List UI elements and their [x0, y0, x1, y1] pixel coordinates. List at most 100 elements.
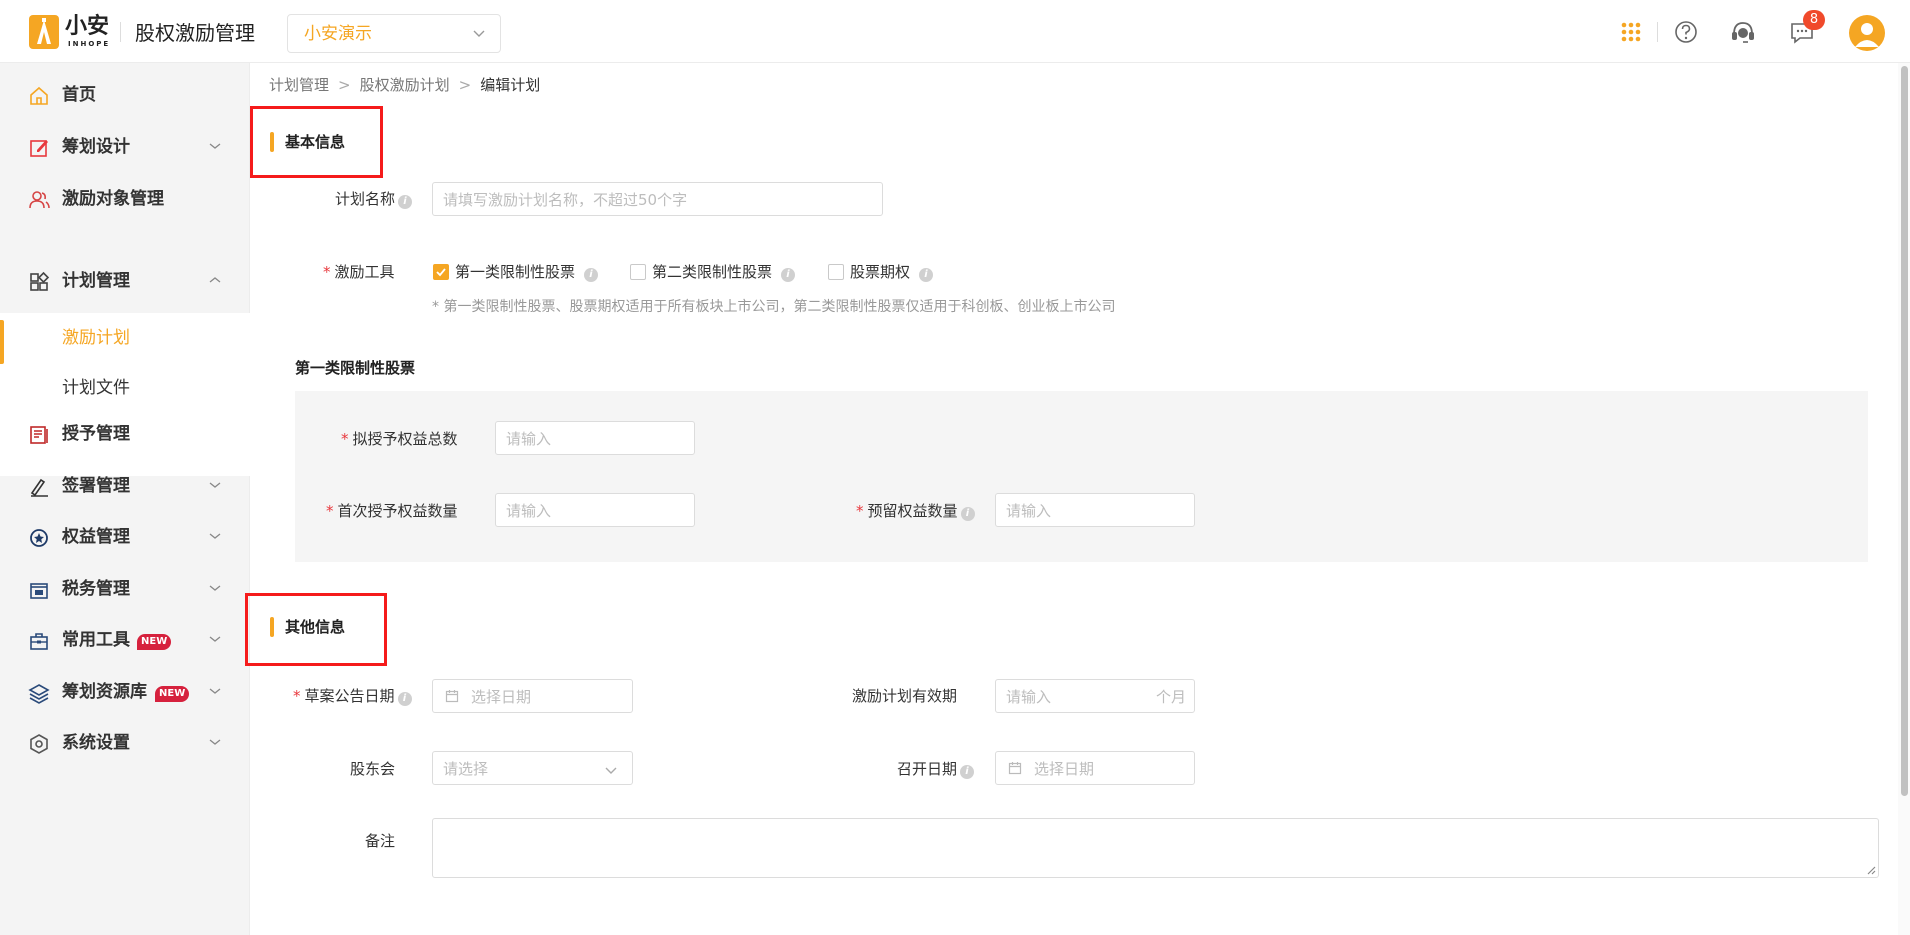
- info-icon[interactable]: i: [960, 507, 975, 521]
- first-grant-input[interactable]: 请输入: [495, 493, 695, 527]
- breadcrumb-item-incentive-plan[interactable]: 股权激励计划: [360, 76, 450, 94]
- checkbox-icon: [630, 264, 646, 280]
- sidebar-item-label: 计划管理: [62, 271, 130, 291]
- company-select[interactable]: 小安演示: [287, 14, 501, 53]
- logo-divider: [120, 22, 121, 42]
- meeting-date-picker[interactable]: 选择日期: [995, 751, 1195, 785]
- reserved-grant-label: * 预留权益数量 i: [856, 501, 975, 521]
- total-grant-input[interactable]: 请输入: [495, 421, 695, 455]
- sidebar: 首页 筹划设计 激励对象管理 计划管理 激励计划 计划文件 授予管理 签署管理 …: [0, 63, 250, 935]
- chevron-down-icon: [209, 687, 221, 695]
- sidebar-item-label: 激励对象管理: [62, 189, 164, 209]
- apps-grid-icon[interactable]: [1616, 17, 1646, 47]
- sidebar-item-label: 常用工具: [62, 630, 130, 650]
- edit-icon: [28, 137, 50, 159]
- incentive-tool-label: * 激励工具: [323, 263, 395, 281]
- tax-icon: [28, 579, 50, 601]
- app-title: 股权激励管理: [135, 21, 255, 45]
- toolbox-icon: [28, 630, 50, 652]
- info-icon[interactable]: i: [919, 268, 934, 282]
- breadcrumb: 计划管理 > 股权激励计划 > 编辑计划: [269, 75, 540, 95]
- validity-suffix: 个月: [1155, 688, 1186, 706]
- header-separator: [1657, 22, 1658, 42]
- chevron-down-icon: [209, 481, 221, 489]
- message-count-badge: 8: [1803, 10, 1825, 30]
- sidebar-item-label: 权益管理: [62, 527, 130, 547]
- sidebar-item-home[interactable]: 首页: [0, 75, 250, 115]
- chevron-down-icon: [209, 635, 221, 643]
- layers-icon: [28, 682, 50, 704]
- sidebar-item-planning-design[interactable]: 筹划设计: [0, 127, 250, 167]
- chevron-down-icon: [209, 532, 221, 540]
- customer-service-icon[interactable]: [1728, 17, 1758, 47]
- top-header: 小安 INHOPE 股权激励管理 小安演示 8: [0, 0, 1910, 63]
- sidebar-item-system-settings[interactable]: 系统设置: [0, 723, 250, 763]
- validity-input[interactable]: 请输入 个月: [995, 679, 1195, 713]
- breadcrumb-item-plan-management[interactable]: 计划管理: [269, 76, 329, 94]
- breadcrumb-separator-icon: >: [458, 76, 472, 94]
- new-badge: NEW: [155, 686, 190, 702]
- breadcrumb-separator-icon: >: [338, 76, 351, 94]
- shareholder-meeting-label: 股东会: [350, 760, 396, 778]
- first-grant-label: * 首次授予权益数量: [326, 502, 458, 520]
- info-icon[interactable]: i: [960, 765, 975, 779]
- plan-name-input[interactable]: 请填写激励计划名称，不超过50个字: [432, 182, 883, 216]
- chevron-down-icon: [209, 738, 221, 746]
- logo-text: 小安: [65, 14, 110, 39]
- sidebar-item-plan-management[interactable]: 计划管理: [0, 261, 250, 301]
- chevron-down-icon: [209, 584, 221, 592]
- sidebar-item-common-tools[interactable]: 常用工具 NEW: [0, 620, 250, 660]
- draft-date-placeholder: 选择日期: [471, 688, 532, 706]
- sidebar-subitem-plan-files[interactable]: 计划文件: [0, 370, 250, 406]
- checkbox-checked-icon: [433, 264, 449, 280]
- plan-name-label: 计划名称 i: [335, 189, 413, 209]
- shield-icon: [28, 527, 50, 549]
- scrollbar-thumb[interactable]: [1901, 66, 1908, 796]
- checkbox-icon: [828, 264, 844, 280]
- total-grant-label: * 拟授予权益总数: [341, 430, 458, 448]
- subsection-title-type1-stock: 第一类限制性股票: [295, 359, 416, 377]
- info-icon[interactable]: i: [398, 195, 413, 209]
- sidebar-item-label: 首页: [62, 85, 96, 105]
- sidebar-item-equity-management[interactable]: 权益管理: [0, 517, 250, 557]
- calendar-icon: [445, 689, 459, 703]
- book-icon: [28, 424, 50, 446]
- sign-icon: [28, 476, 50, 498]
- chevron-down-icon: [604, 765, 618, 775]
- sidebar-item-tax-management[interactable]: 税务管理: [0, 569, 250, 609]
- reserved-grant-placeholder: 请输入: [1006, 502, 1052, 520]
- sidebar-item-signing-management[interactable]: 签署管理: [0, 466, 250, 506]
- info-icon[interactable]: i: [397, 692, 412, 706]
- info-icon[interactable]: i: [781, 268, 796, 282]
- home-icon: [28, 85, 50, 107]
- sidebar-subitem-incentive-plan[interactable]: 激励计划: [0, 320, 250, 364]
- logo-icon: [29, 15, 59, 49]
- chevron-up-icon: [209, 276, 221, 284]
- new-badge: NEW: [137, 634, 172, 650]
- type1-stock-panel: [295, 391, 1868, 562]
- company-select-value: 小安演示: [304, 24, 372, 44]
- help-icon[interactable]: [1671, 17, 1701, 47]
- incentive-tool-hint: * 第一类限制性股票、股票期权适用于所有板块上市公司，第二类限制性股票仅适用于科…: [432, 299, 1116, 315]
- validity-label: 激励计划有效期: [852, 687, 958, 705]
- settings-icon: [28, 733, 50, 755]
- avatar[interactable]: [1849, 15, 1885, 51]
- info-icon[interactable]: i: [584, 268, 599, 282]
- remark-textarea[interactable]: [432, 818, 1879, 878]
- meeting-date-label: 召开日期 i: [897, 759, 975, 779]
- chevron-down-icon: [209, 142, 221, 150]
- sidebar-item-incentive-targets[interactable]: 激励对象管理: [0, 179, 250, 219]
- sidebar-item-grant-management[interactable]: 授予管理: [0, 414, 250, 454]
- users-icon: [28, 189, 50, 211]
- draft-date-picker[interactable]: 选择日期: [432, 679, 633, 713]
- resize-grip-icon[interactable]: [1866, 865, 1876, 875]
- section-marker: [270, 617, 274, 637]
- sidebar-item-label: 授予管理: [62, 424, 130, 444]
- draft-date-label: * 草案公告日期 i: [293, 686, 412, 706]
- chevron-down-icon: [472, 28, 486, 38]
- reserved-grant-input[interactable]: 请输入: [995, 493, 1195, 527]
- sidebar-item-label: 税务管理: [62, 579, 130, 599]
- sidebar-item-resource-library[interactable]: 筹划资源库 NEW: [0, 672, 250, 712]
- meeting-date-placeholder: 选择日期: [1034, 760, 1095, 778]
- shareholder-meeting-select[interactable]: 请选择: [432, 751, 633, 785]
